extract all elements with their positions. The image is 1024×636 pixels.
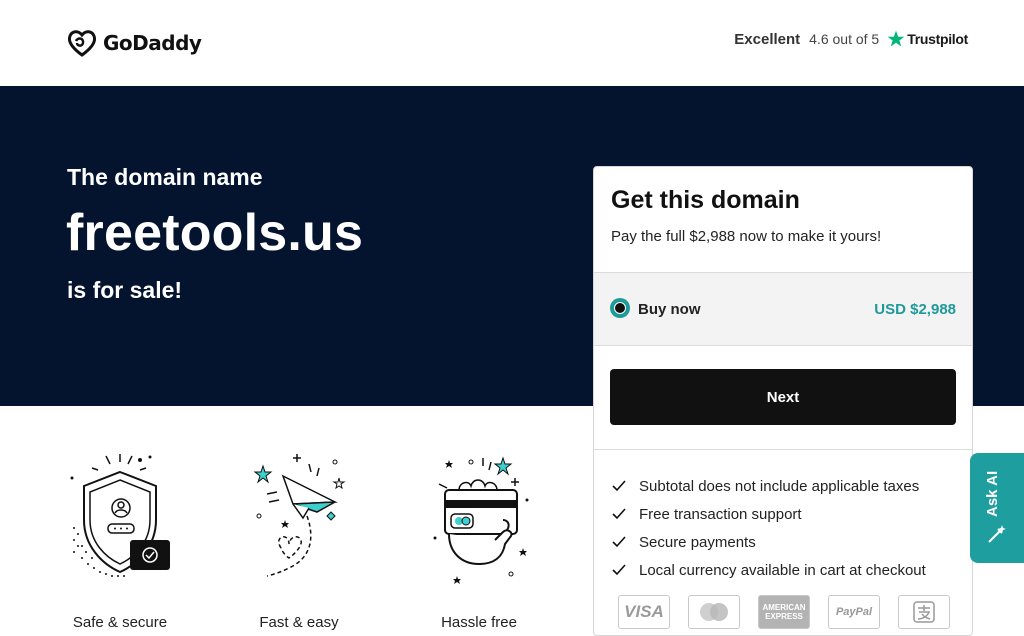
site-header: GoDaddy Excellent 4.6 out of 5 Trustpilo… bbox=[0, 0, 1024, 86]
checkmark-icon bbox=[612, 479, 626, 493]
mastercard-icon bbox=[688, 595, 740, 629]
buy-now-radio[interactable] bbox=[610, 298, 630, 318]
godaddy-logo[interactable]: GoDaddy bbox=[67, 29, 202, 57]
credit-card-hand-icon bbox=[433, 456, 529, 584]
feature-text: Subtotal does not include applicable tax… bbox=[639, 477, 920, 495]
shield-icon bbox=[70, 454, 170, 577]
card-title: Get this domain bbox=[611, 186, 800, 214]
benefit-label: Fast & easy bbox=[259, 614, 339, 631]
hero-sale-text: is for sale! bbox=[67, 277, 183, 303]
checkmark-icon bbox=[612, 535, 626, 549]
checkmark-icon bbox=[612, 507, 626, 521]
card-divider bbox=[594, 449, 972, 450]
magic-wand-icon bbox=[988, 525, 1006, 543]
checkmark-icon bbox=[612, 563, 626, 577]
alipay-icon bbox=[898, 595, 950, 629]
benefit-safe-secure: Safe & secure bbox=[40, 448, 200, 631]
hero-kicker: The domain name bbox=[67, 164, 263, 190]
ask-ai-button[interactable]: Ask AI bbox=[970, 453, 1024, 563]
domain-name: freetools.us bbox=[66, 204, 364, 262]
paypal-icon: PayPal bbox=[828, 595, 880, 629]
next-button[interactable]: Next bbox=[610, 369, 956, 425]
ask-ai-label: Ask AI bbox=[984, 470, 1001, 517]
feature-text: Local currency available in cart at chec… bbox=[639, 561, 926, 579]
amex-icon: AMERICAN EXPRESS bbox=[758, 595, 810, 629]
card-subtitle: Pay the full $2,988 now to make it yours… bbox=[611, 228, 882, 245]
benefit-hassle-free: Hassle free bbox=[399, 448, 559, 631]
godaddy-logo-icon bbox=[67, 30, 97, 57]
benefit-label: Hassle free bbox=[441, 614, 517, 631]
list-item: Secure payments bbox=[612, 528, 926, 556]
logo-text: GoDaddy bbox=[103, 31, 202, 55]
feature-list: Subtotal does not include applicable tax… bbox=[612, 472, 926, 584]
feature-text: Secure payments bbox=[639, 533, 756, 551]
rating-label: Excellent bbox=[734, 30, 801, 48]
rating-score: 4.6 out of 5 bbox=[809, 31, 880, 47]
benefit-label: Safe & secure bbox=[72, 614, 168, 631]
list-item: Subtotal does not include applicable tax… bbox=[612, 472, 926, 500]
payment-methods: VISA AMERICAN EXPRESS PayPal bbox=[618, 595, 950, 629]
option-label: Buy now bbox=[638, 301, 701, 318]
visa-icon: VISA bbox=[618, 595, 670, 629]
trustpilot-text: Trustpilot bbox=[907, 31, 968, 47]
purchase-card: Get this domain Pay the full $2,988 now … bbox=[593, 166, 973, 636]
trustpilot-brand: Trustpilot bbox=[887, 30, 968, 48]
option-price: USD $2,988 bbox=[874, 301, 956, 318]
list-item: Free transaction support bbox=[612, 500, 926, 528]
buy-now-option[interactable]: Buy now USD $2,988 bbox=[594, 272, 972, 346]
star-icon bbox=[887, 30, 905, 47]
feature-text: Free transaction support bbox=[639, 505, 802, 523]
paper-plane-icon bbox=[253, 454, 346, 577]
benefit-fast-easy: Fast & easy bbox=[219, 448, 379, 631]
trustpilot-rating[interactable]: Excellent 4.6 out of 5 Trustpilot bbox=[734, 30, 968, 48]
list-item: Local currency available in cart at chec… bbox=[612, 556, 926, 584]
